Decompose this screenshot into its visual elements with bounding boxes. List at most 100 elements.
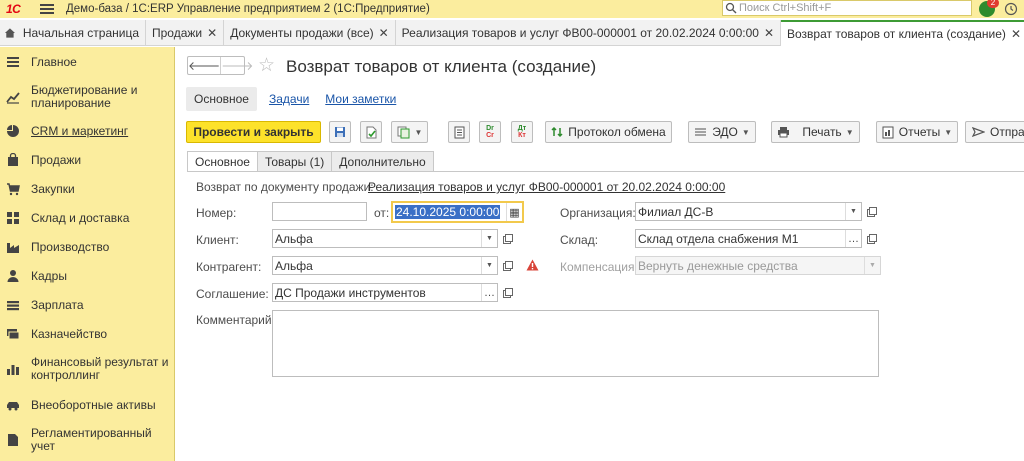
comment-textarea[interactable] [272,310,879,377]
dropdown-arrow-icon: ▼ [845,127,854,137]
create-based-on-button[interactable]: ▼ [391,121,428,143]
sidebar-item-production[interactable]: Производство [0,240,175,254]
list-document-icon [454,126,464,138]
agreement-label: Соглашение: [196,287,269,301]
send-button[interactable]: Отпра [965,121,1024,143]
close-icon[interactable]: ✕ [764,26,774,40]
client-field[interactable]: Альфа ▼ [272,229,498,248]
dropdown-arrow-icon[interactable]: ▼ [481,257,497,274]
sidebar-item-regulated-accounting[interactable]: Регламентированный учет [0,427,175,453]
save-button[interactable] [329,121,351,143]
subnav-tasks-link[interactable]: Задачи [265,92,313,106]
number-field[interactable] [272,202,367,221]
agreement-field[interactable]: ДС Продажи инструментов … [272,283,498,302]
basis-document-link[interactable]: Реализация товаров и услуг ФВ00-000001 о… [368,180,725,194]
date-field[interactable]: 24.10.2025 0:00:00 ▦ [391,201,524,223]
send-arrow-icon [972,126,985,138]
exchange-protocol-button[interactable]: Протокол обмена [545,121,672,143]
open-organization-button[interactable] [864,203,880,220]
basis-document-label: Возврат по документу продажи: [196,180,374,194]
compensation-label: Компенсация: [560,260,638,274]
post-and-close-button[interactable]: Провести и закрыть [186,121,321,143]
open-item-icon [503,287,513,298]
compensation-field: Вернуть денежные средства ▼ [635,256,881,275]
dropdown-arrow-icon[interactable]: ▼ [845,203,861,220]
date-value: 24.10.2025 0:00:00 [395,205,501,219]
open-item-icon [867,206,877,217]
tab-sales-invoice[interactable]: Реализация товаров и услуг ФВ00-000001 о… [396,20,781,46]
close-icon[interactable]: ✕ [1011,27,1021,41]
forward-arrow-icon[interactable]: 🡒 [220,57,253,74]
cart-icon [7,183,20,196]
form-tabs: Основное Товары (1) Дополнительно [187,151,434,172]
search-placeholder: Поиск Ctrl+Shift+F [739,2,832,14]
tab-sales[interactable]: Продажи ✕ [146,20,225,46]
calendar-icon[interactable]: ▦ [506,203,522,221]
sidebar-item-treasury[interactable]: Казначейство [0,327,175,341]
sidebar-item-purchases[interactable]: Закупки [0,182,175,196]
document-structure-button[interactable] [448,121,470,143]
notifications-button[interactable]: 2 [979,0,999,17]
warehouse-field[interactable]: Склад отдела снабжения М1 … [635,229,862,248]
form-tabs-divider [187,171,1024,172]
sidebar-item-warehouse[interactable]: Склад и доставка [0,211,175,225]
counterparty-field[interactable]: Альфа ▼ [272,256,498,275]
print-button[interactable]: Печать ▼ [771,121,860,143]
warning-icon[interactable] [526,259,539,271]
bar-chart-icon [7,365,19,375]
open-agreement-button[interactable] [500,284,516,301]
select-ellipsis-icon[interactable]: … [481,284,497,301]
sidebar-item-fixed-assets[interactable]: Внеоборотные активы [0,398,175,412]
dropdown-arrow-icon[interactable]: ▼ [481,230,497,247]
tab-customer-return[interactable]: Возврат товаров от клиента (создание) ✕ [781,20,1024,46]
reports-button[interactable]: Отчеты ▼ [876,121,958,143]
tab-home[interactable]: Начальная страница [0,20,146,46]
back-arrow-icon[interactable]: 🡐 [188,57,220,74]
history-icon[interactable] [1004,2,1018,16]
dropdown-arrow-icon: ▼ [414,127,423,137]
menu-lines-icon [7,57,19,67]
sidebar-item-hr[interactable]: Кадры [0,269,175,283]
open-warehouse-button[interactable] [864,230,880,247]
home-icon [4,28,15,38]
tab-form-goods[interactable]: Товары (1) [256,151,333,172]
search-icon [725,2,737,14]
sidebar-item-payroll[interactable]: Зарплата [0,298,175,312]
sidebar-item-sales[interactable]: Продажи [0,153,175,167]
open-client-button[interactable] [500,230,516,247]
select-ellipsis-icon[interactable]: … [845,230,861,247]
dt-kt-icon: Dr Cr [486,125,494,139]
organization-field[interactable]: Филиал ДС-В ▼ [635,202,862,221]
sidebar-item-main[interactable]: Главное [0,55,175,69]
open-item-icon [867,233,877,244]
date-label: от: [374,206,390,220]
warehouse-label: Склад: [560,233,599,247]
global-search-input[interactable]: Поиск Ctrl+Shift+F [722,0,972,16]
favorite-star-icon[interactable]: ☆ [258,54,275,77]
1c-logo: 1С [6,2,21,16]
sidebar-item-crm[interactable]: CRM и маркетинг [0,124,175,138]
dropdown-arrow-icon: ▼ [944,127,953,137]
close-icon[interactable]: ✕ [379,26,389,40]
subnav-main[interactable]: Основное [186,87,257,111]
main-menu-icon[interactable] [40,4,54,14]
dropdown-arrow-icon: ▼ [741,127,750,137]
tab-sales-documents[interactable]: Документы продажи (все) ✕ [224,20,396,46]
open-counterparty-button[interactable] [500,257,516,274]
dt-kt-ru-button[interactable]: Дт Кт [511,121,533,143]
document-icon [8,434,18,446]
sidebar-item-financial-result[interactable]: Финансовый результат и контроллинг [0,356,175,382]
edo-button[interactable]: ЭДО ▼ [688,121,756,143]
post-document-button[interactable] [360,121,382,143]
dt-kt-ru-icon: Дт Кт [517,125,527,139]
title-bar: 1С Демо-база / 1С:ERP Управление предпри… [0,0,1024,18]
person-icon [7,270,19,282]
sidebar-item-budgeting[interactable]: Бюджетирование и планирование [0,84,175,110]
tab-form-main[interactable]: Основное [187,151,258,172]
subnav-notes-link[interactable]: Мои заметки [321,92,400,106]
tab-form-additional[interactable]: Дополнительно [331,151,434,172]
dt-kt-button[interactable]: Dr Cr [479,121,501,143]
client-label: Клиент: [196,233,239,247]
number-label: Номер: [196,206,237,220]
close-icon[interactable]: ✕ [207,26,217,40]
